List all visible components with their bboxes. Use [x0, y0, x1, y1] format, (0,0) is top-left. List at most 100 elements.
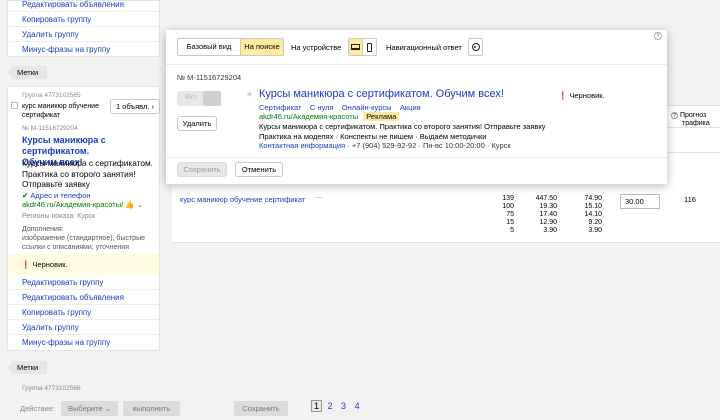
chevron-down-icon[interactable]: ⌄: [137, 200, 143, 209]
menu-edit-ads[interactable]: Редактировать объявления: [8, 0, 159, 12]
target-icon: [471, 43, 480, 52]
ad-text-line1: Курсы маникюра с сертификатом.: [22, 158, 153, 168]
save-button[interactable]: Сохранить: [234, 401, 288, 416]
menu-copy-group[interactable]: Копировать группу: [8, 12, 159, 27]
sitelink[interactable]: С нуля: [310, 103, 334, 112]
traffic-col1-value: 100: [502, 203, 514, 210]
contact-row: Контактная информация · +7 (904) 529-92-…: [259, 141, 511, 150]
forecast-header-line1: Прогноз: [679, 112, 707, 119]
traffic-col3-value: 3.90: [588, 227, 602, 234]
traffic-col3: 74.90 15.10 14.10 9.20 3.90: [577, 195, 602, 235]
tags-chip[interactable]: Метки: [7, 66, 47, 79]
group-card: Группа 4773102565 курс маникюр обучение …: [7, 86, 160, 351]
pagination: 1 2 3 4: [311, 400, 360, 412]
status-bar: ❗ Черновик.: [8, 254, 159, 275]
tags-chip[interactable]: Метки: [7, 361, 47, 374]
callout: Конспекты не пишем: [340, 132, 414, 141]
nav-answer-button[interactable]: [468, 38, 483, 56]
ad-text: Курсы маникюра с сертификатом. Практика …: [22, 158, 162, 190]
page-4[interactable]: 4: [355, 401, 360, 411]
delete-button[interactable]: Удалить: [177, 116, 217, 131]
display-url: akdr46.ru/Академия-красоты: [259, 112, 359, 121]
page-3[interactable]: 3: [341, 401, 346, 411]
forecast-value: 116: [684, 195, 696, 204]
extras-title: Дополнения:: [22, 226, 64, 233]
star-icon: ✳: [246, 90, 253, 99]
sitelink[interactable]: Онлайн-курсы: [342, 103, 392, 112]
action-label: Действие:: [20, 404, 56, 413]
tab-on-search[interactable]: На поиске: [240, 38, 284, 56]
menu-minus-phrases[interactable]: Минус-фразы на группу: [8, 42, 159, 57]
ads-count-label: 1 объявл.: [115, 102, 150, 111]
display-url: akdr46.ru/Академия-красоты: [22, 200, 122, 209]
sitelink[interactable]: Сертификат: [259, 103, 301, 112]
toggle-label: Вкл: [185, 94, 197, 101]
preview-text: Курсы маникюра с сертификатом. Практика …: [259, 122, 546, 131]
modal-divider: [166, 64, 667, 65]
display-url-row: akdr46.ru/Академия-красоты/ 👍 ⌄: [22, 200, 143, 209]
traffic-col3-value: 74.90: [584, 195, 602, 202]
phone-icon: [367, 42, 372, 52]
extras: Дополнения: изображение (стандартное), б…: [22, 225, 162, 252]
next-group-number: Группа 4773102566: [22, 385, 81, 392]
group-checkbox[interactable]: [11, 102, 18, 109]
toggle-switch[interactable]: Вкл: [177, 91, 221, 106]
menu-minus-phrases[interactable]: Минус-фразы на группу: [8, 335, 159, 350]
save-button[interactable]: Сохранить: [177, 162, 227, 177]
keyword-menu-icon[interactable]: ···: [315, 193, 323, 202]
menu-edit-ads[interactable]: Редактировать объявления: [8, 290, 159, 305]
nav-answer-label: Навигационный ответ: [386, 43, 462, 52]
address-row[interactable]: ✔ Адрес и телефон: [22, 191, 91, 200]
info-icon: ❗: [558, 91, 568, 100]
traffic-col1-value: 75: [506, 211, 514, 218]
extras-line1: изображение (стандартное), быстрые: [22, 235, 145, 242]
close-icon[interactable]: ×: [654, 32, 662, 40]
menu-edit-group[interactable]: Редактировать группу: [8, 275, 159, 290]
action-select[interactable]: Выберите ⌄: [61, 401, 118, 416]
group-number: Группа 4773102565: [22, 92, 81, 99]
ads-count-button[interactable]: 1 объявл. ›: [110, 99, 160, 114]
bid-input[interactable]: 30.00: [620, 194, 660, 209]
chevron-right-icon: ›: [151, 102, 155, 111]
contact-link[interactable]: Контактная информация: [259, 141, 345, 150]
sitelink[interactable]: Акция: [400, 103, 421, 112]
cancel-button[interactable]: Отменить: [235, 162, 283, 177]
device-mobile-button[interactable]: [362, 38, 377, 56]
callout: Выдаём методички: [419, 132, 487, 141]
traffic-col1-value: 5: [510, 227, 514, 234]
display-url-row: akdr46.ru/Академия-красоты Реклама: [259, 112, 400, 121]
menu-delete-group[interactable]: Удалить группу: [8, 27, 159, 42]
sitelinks: Сертификат С нуля Онлайн-курсы Акция: [259, 103, 421, 112]
traffic-col2-value: 447.50: [535, 195, 557, 202]
hours: Пн-вс 10:00-20:00: [422, 141, 485, 150]
traffic-col2-value: 3.90: [543, 227, 557, 234]
callouts: Практика на моделях · Конспекты не пишем…: [259, 132, 487, 141]
menu-copy-group[interactable]: Копировать группу: [8, 305, 159, 320]
traffic-col3-value: 14.10: [584, 211, 602, 218]
callout: Практика на моделях: [259, 132, 334, 141]
device-desktop-button[interactable]: [348, 38, 363, 56]
preview-title[interactable]: Курсы маникюра с сертификатом. Обучим вс…: [259, 88, 504, 100]
keyword-link[interactable]: курс маникюр обучение сертификат: [180, 195, 305, 204]
group-name: курс маникюр обучение сертификат: [22, 103, 99, 119]
laptop-icon: [351, 44, 360, 51]
page-2[interactable]: 2: [328, 401, 333, 411]
extras-line2: ссылки с описаниями, уточнения: [22, 244, 129, 251]
thumbs-up-icon: 👍: [125, 200, 135, 209]
traffic-col2-value: 12.90: [539, 219, 557, 226]
device-label: На устройстве: [291, 43, 342, 52]
phone: +7 (904) 529-92-92: [351, 141, 417, 150]
address-link[interactable]: Адрес и телефон: [30, 191, 90, 200]
chevron-down-icon: ⌄: [104, 404, 112, 413]
ad-badge: Реклама: [363, 112, 400, 121]
bottom-action-bar: Действие: Выберите ⌄ выполнить Сохранить…: [0, 394, 720, 420]
location-icon: ✔: [22, 191, 29, 200]
traffic-col3-value: 15.10: [584, 203, 602, 210]
page-1[interactable]: 1: [311, 400, 322, 412]
ad-text-line3: Отправьте заявку: [22, 179, 90, 189]
run-button[interactable]: выполнить: [123, 401, 180, 416]
previous-group-menu: Редактировать объявления Копировать груп…: [7, 0, 160, 57]
traffic-col2: 447.50 19.30 17.40 12.90 3.90: [532, 195, 557, 235]
tab-basic-view[interactable]: Базовый вид: [177, 38, 241, 56]
menu-delete-group[interactable]: Удалить группу: [8, 320, 159, 335]
